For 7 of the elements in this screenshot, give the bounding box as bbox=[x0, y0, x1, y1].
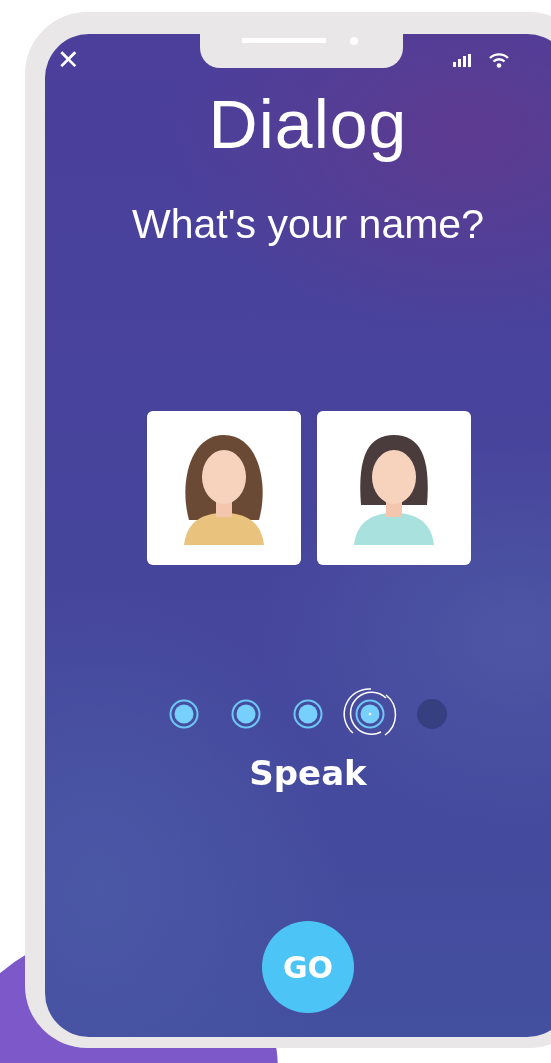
question-text: What's your name? bbox=[132, 204, 484, 245]
speak-label: Speak bbox=[249, 753, 367, 793]
signal-icon bbox=[453, 54, 473, 67]
avatar-card[interactable] bbox=[146, 411, 301, 565]
close-button[interactable]: ✕ bbox=[57, 46, 80, 73]
wifi-icon bbox=[489, 53, 509, 68]
avatar-card[interactable] bbox=[316, 411, 471, 565]
